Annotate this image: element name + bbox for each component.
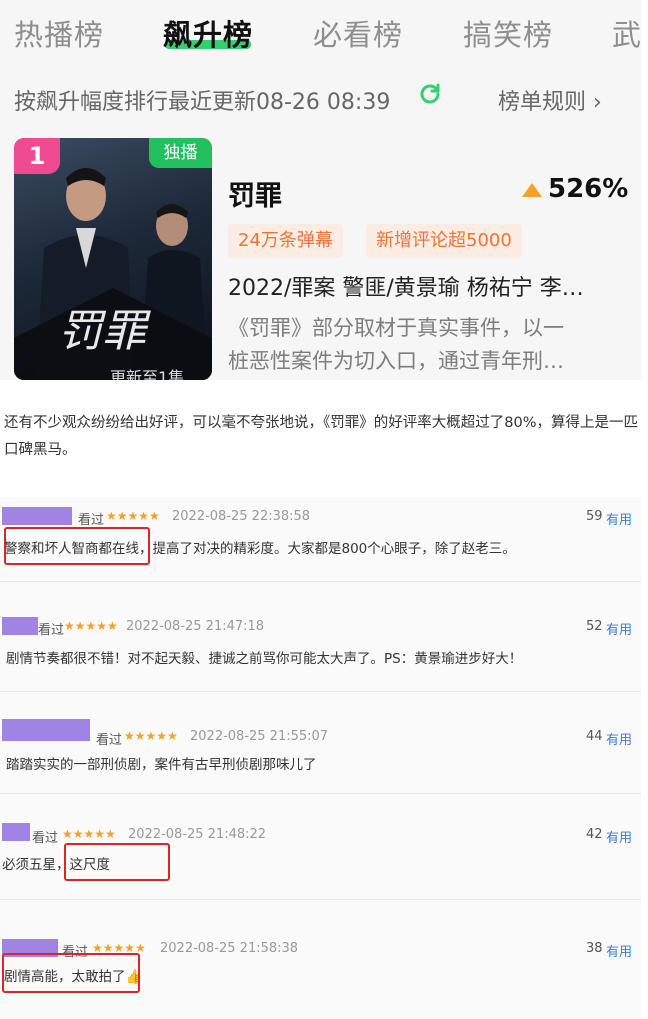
redacted-username [2,719,90,741]
redacted-username [2,823,30,841]
review-text: 剧情节奏都很不错！对不起天毅、捷诚之前骂你可能太大声了。PS：黄景瑜进步好大！ [6,651,523,667]
useful-button[interactable]: 有用 [606,619,632,638]
review-time: 2022-08-25 21:47:18 [126,619,265,634]
desc-line-2: 桩恶性案件为切入口，通过青年刑… [228,349,564,373]
poster-episode-text: 更新至1集 [110,368,185,380]
tag-comments: 新增评论超5000 [366,224,522,258]
show-poster[interactable]: 罚罪 [14,138,212,380]
review-list-screenshot: 看过 ★★★★★ 2022-08-25 22:38:58 59 有用 警察和坏人… [0,497,641,1019]
tab-must-watch[interactable]: 必看榜 [313,12,403,54]
update-info-text: 按飙升幅度排行最近更新08-26 08:39 [14,90,391,115]
useful-count: 38 [586,941,603,956]
star-rating: ★★★★★ [124,729,178,743]
triangle-up-icon [522,183,542,197]
useful-button[interactable]: 有用 [606,509,632,528]
star-rating: ★★★★★ [62,827,116,841]
exclusive-badge: 独播 [149,138,212,168]
desc-line-1: 《罚罪》部分取材于真实事件，以一 [228,316,564,340]
ranking-tabs: 热播榜 飙升榜 必看榜 搞笑榜 武 [0,0,641,66]
tab-comedy[interactable]: 搞笑榜 [463,12,553,54]
review-time: 2022-08-25 21:55:07 [190,729,329,744]
highlight-box [4,527,150,565]
watched-label: 看过 [96,733,123,748]
review-time: 2022-08-25 21:48:22 [128,827,267,842]
watched-label: 看过 [38,623,65,638]
useful-button[interactable]: 有用 [606,827,632,846]
update-bar: 按飙升幅度排行最近更新08-26 08:39 榜单规则 › [0,78,641,118]
divider [0,793,641,794]
tag-danmaku: 24万条弹幕 [228,224,343,258]
divider [0,581,641,582]
useful-count: 52 [586,619,603,634]
show-meta: 2022/罪案 警匪/黄景瑜 杨祐宁 李… [228,276,584,301]
show-description: 《罚罪》部分取材于真实事件，以一 桩恶性案件为切入口，通过青年刑… [228,312,618,378]
tab-rising[interactable]: 飙升榜 [163,12,253,54]
useful-button[interactable]: 有用 [606,941,632,960]
star-rating: ★★★★★ [64,619,118,633]
redacted-username [2,507,72,525]
tab-martial[interactable]: 武 [612,12,641,54]
useful-count: 59 [586,509,603,524]
watched-label: 看过 [78,513,105,528]
review-text: 踏踏实实的一部刑侦剧，案件有古早刑侦剧那味儿了 [6,757,317,773]
highlight-box [64,843,170,881]
tab-hot[interactable]: 热播榜 [14,12,104,54]
redacted-username [2,617,38,635]
rank-badge: 1 [14,138,60,174]
divider [0,691,641,692]
ranking-app-screenshot: 热播榜 飙升榜 必看榜 搞笑榜 武 按飙升幅度排行最近更新08-26 08:39… [0,0,641,380]
rise-percent: 526% [548,174,629,204]
highlight-box [2,953,140,993]
poster-title: 罚罪 [58,306,151,357]
useful-button[interactable]: 有用 [606,729,632,748]
rules-link[interactable]: 榜单规则 › [498,84,602,116]
useful-count: 42 [586,827,603,842]
poster-art: 罚罪 [14,168,212,380]
watched-label: 看过 [32,831,59,846]
show-title[interactable]: 罚罪 [228,174,282,213]
review-time: 2022-08-25 22:38:58 [172,509,311,524]
useful-count: 44 [586,729,603,744]
article-paragraph: 还有不少观众纷纷给出好评，可以毫不夸张地说，《罚罪》的好评率大概超过了80%，算… [4,415,638,458]
refresh-icon[interactable] [418,82,442,106]
review-time: 2022-08-25 21:58:38 [160,941,299,956]
star-rating: ★★★★★ [106,509,160,523]
divider [0,899,641,900]
